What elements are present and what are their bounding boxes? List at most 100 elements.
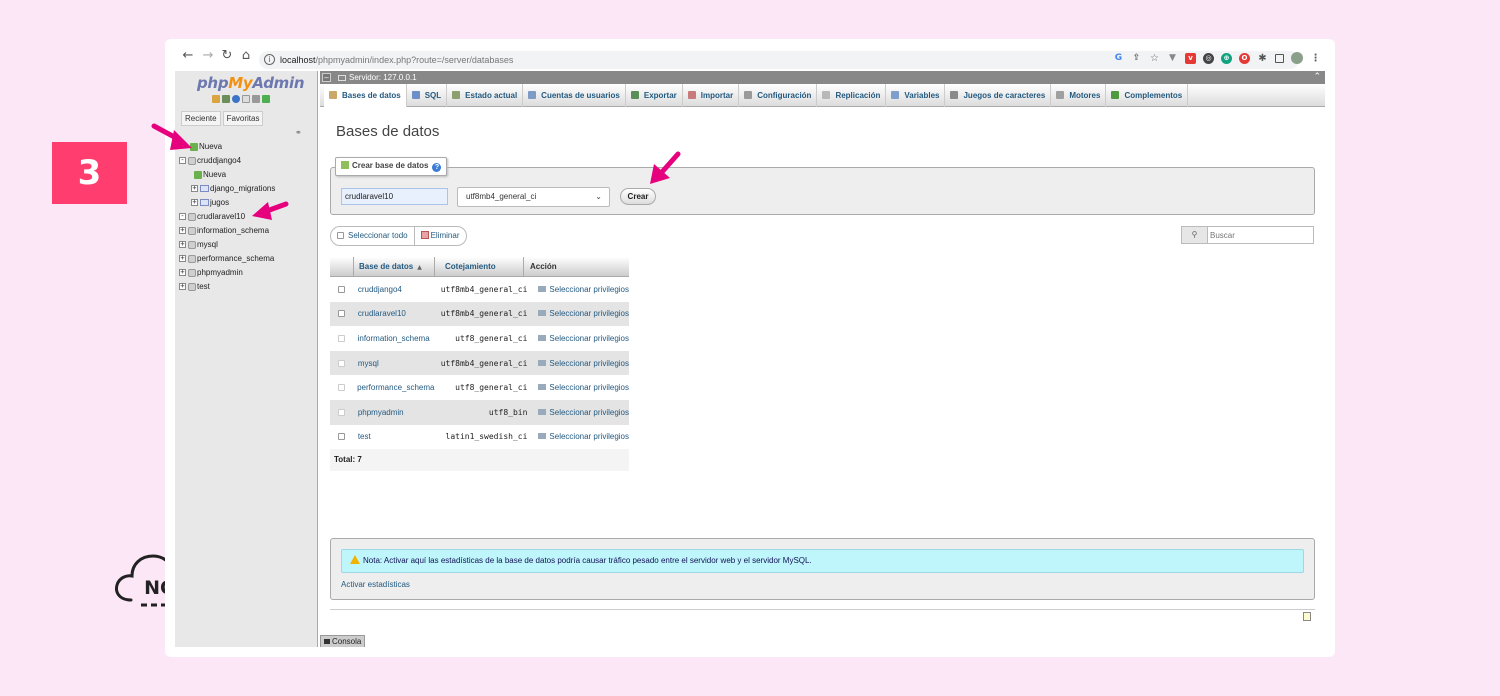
collapse-icon[interactable]: - (179, 157, 186, 165)
puzzle-extensions-icon[interactable]: ✱ (1257, 53, 1268, 64)
row-checkbox[interactable] (338, 334, 345, 342)
expand-icon[interactable]: + (179, 283, 186, 291)
reload-icon[interactable]: ↻ (220, 49, 234, 63)
delete-button[interactable]: Eliminar (413, 227, 466, 245)
activate-statistics-link[interactable]: Activar estadísticas (341, 580, 410, 589)
database-name-link[interactable]: performance_schema (352, 383, 434, 392)
select-privileges-link[interactable]: Seleccionar privilegios (532, 432, 629, 441)
search-input[interactable] (1210, 227, 1310, 243)
site-info-icon[interactable]: i (264, 54, 275, 65)
console-toggle[interactable]: Consola (320, 635, 366, 647)
tab-exportar[interactable]: Exportar (626, 84, 683, 107)
select-privileges-link[interactable]: Seleccionar privilegios (532, 408, 629, 417)
tab-replicación[interactable]: Replicación (817, 84, 887, 107)
share-icon[interactable]: ⇪ (1131, 53, 1142, 64)
database-name-link[interactable]: phpmyadmin (353, 408, 428, 417)
profile-avatar[interactable] (1291, 52, 1303, 64)
row-checkbox[interactable] (338, 433, 345, 441)
tree-item-nueva[interactable]: Nueva (179, 140, 315, 154)
settings-icon[interactable] (252, 95, 260, 103)
scroll-up-icon[interactable]: ⌃ (1313, 71, 1321, 84)
expand-icon[interactable]: + (191, 185, 198, 193)
row-checkbox[interactable] (338, 285, 345, 293)
home-icon[interactable] (212, 95, 220, 103)
tree-item-cruddjango4[interactable]: - cruddjango4 (179, 154, 315, 168)
menu-dots-icon[interactable]: ⋮ (1310, 53, 1321, 64)
row-checkbox[interactable] (338, 310, 345, 318)
select-privileges-link[interactable]: Seleccionar privilegios (532, 309, 629, 318)
tab-sql[interactable]: SQL (407, 84, 448, 107)
select-privileges-link[interactable]: Seleccionar privilegios (532, 383, 629, 392)
tab-motores[interactable]: Motores (1051, 84, 1107, 107)
reload-nav-icon[interactable] (262, 95, 270, 103)
database-name-link[interactable]: crudlaravel10 (353, 309, 428, 318)
action-label: Seleccionar privilegios (549, 383, 629, 393)
tab-cuentas-de-usuarios[interactable]: Cuentas de usuarios (523, 84, 626, 107)
tree-item-test[interactable]: + test (179, 280, 315, 294)
tab-importar[interactable]: Importar (683, 84, 740, 107)
select-privileges-link[interactable]: Seleccionar privilegios (532, 285, 629, 294)
side-panel-icon[interactable] (1275, 53, 1284, 63)
tab-variables[interactable]: Variables (886, 84, 946, 107)
help-icon[interactable] (232, 95, 240, 103)
select-privileges-link[interactable]: Seleccionar privilegios (532, 334, 629, 343)
tree-item-information-schema[interactable]: + information_schema (179, 224, 315, 238)
tab-juegos-de-caracteres[interactable]: Juegos de caracteres (945, 84, 1052, 107)
expand-icon[interactable]: + (179, 255, 186, 263)
link-chain-icon[interactable]: ⚭ (295, 128, 302, 137)
home-icon[interactable]: ⌂ (239, 49, 253, 63)
database-name-input[interactable]: crudlaravel10 (341, 188, 448, 205)
tree-item-jugos[interactable]: + jugos (179, 196, 315, 210)
docs-icon[interactable] (242, 95, 250, 103)
page-settings-icon[interactable] (1303, 612, 1311, 621)
phpmyadmin-logo[interactable]: phpMyAdmin (197, 74, 305, 92)
delete-icon (420, 231, 429, 239)
row-checkbox[interactable] (338, 359, 345, 367)
header-collation[interactable]: Cotejamiento (435, 257, 524, 276)
collation-select[interactable]: utf8mb4_general_ci ⌄ (457, 187, 610, 207)
tab-bases-de-datos[interactable]: Bases de datos (324, 84, 407, 107)
server-label[interactable]: Servidor: 127.0.0.1 (349, 73, 417, 82)
tab-estado-actual[interactable]: Estado actual (447, 84, 524, 107)
opera-extension-icon[interactable]: O (1239, 52, 1250, 64)
expand-icon[interactable]: + (179, 227, 186, 235)
select-privileges-link[interactable]: Seleccionar privilegios (532, 359, 629, 368)
back-arrow-icon[interactable]: ← (181, 49, 195, 63)
tree-item-mysql[interactable]: + mysql (179, 238, 315, 252)
tree-item-phpmyadmin[interactable]: + phpmyadmin (179, 266, 315, 280)
filter-extension-icon[interactable]: ▼ (1167, 53, 1178, 64)
collapse-icon[interactable]: - (179, 213, 186, 221)
dark-extension-icon[interactable]: ◎ (1203, 52, 1214, 64)
select-all-checkbox[interactable] (337, 232, 344, 239)
header-database[interactable]: Base de datos ▲ (354, 257, 435, 276)
row-checkbox[interactable] (338, 384, 345, 392)
tab-complementos[interactable]: Complementos (1106, 84, 1189, 107)
privileges-icon (538, 384, 547, 391)
help-icon[interactable]: ? (432, 163, 442, 172)
tab-favoritas[interactable]: Favoritas (222, 111, 264, 126)
database-name-link[interactable]: cruddjango4 (353, 285, 428, 294)
database-name-link[interactable]: test (353, 432, 428, 441)
google-icon[interactable]: G (1113, 53, 1124, 64)
tree-item-django-migrations[interactable]: + django_migrations (179, 182, 315, 196)
expand-icon[interactable]: + (179, 269, 186, 277)
exit-icon[interactable] (222, 95, 230, 103)
collapse-nav-icon[interactable]: – (322, 73, 331, 82)
tree-item-crudlaravel10[interactable]: - crudlaravel10 (179, 210, 315, 224)
database-icon (188, 254, 196, 263)
tree-label: mysql (197, 240, 218, 249)
star-bookmark-icon[interactable]: ☆ (1149, 53, 1160, 64)
tab-configuración[interactable]: Configuración (739, 84, 818, 107)
tree-item-performance-schema[interactable]: + performance_schema (179, 252, 315, 266)
red-extension-icon[interactable]: v (1185, 52, 1196, 64)
expand-icon[interactable]: + (179, 241, 186, 249)
database-name-link[interactable]: mysql (353, 359, 428, 368)
expand-icon[interactable]: + (191, 199, 198, 207)
create-button[interactable]: Crear (620, 188, 656, 205)
row-checkbox[interactable] (338, 408, 345, 416)
forward-arrow-icon[interactable]: → (201, 49, 215, 63)
green-extension-icon[interactable]: ⊕ (1221, 52, 1232, 64)
tree-item-cruddjango4-nueva[interactable]: Nueva (179, 168, 315, 182)
select-all-button[interactable]: Seleccionar todo (331, 227, 414, 245)
database-name-link[interactable]: information_schema (353, 334, 430, 343)
